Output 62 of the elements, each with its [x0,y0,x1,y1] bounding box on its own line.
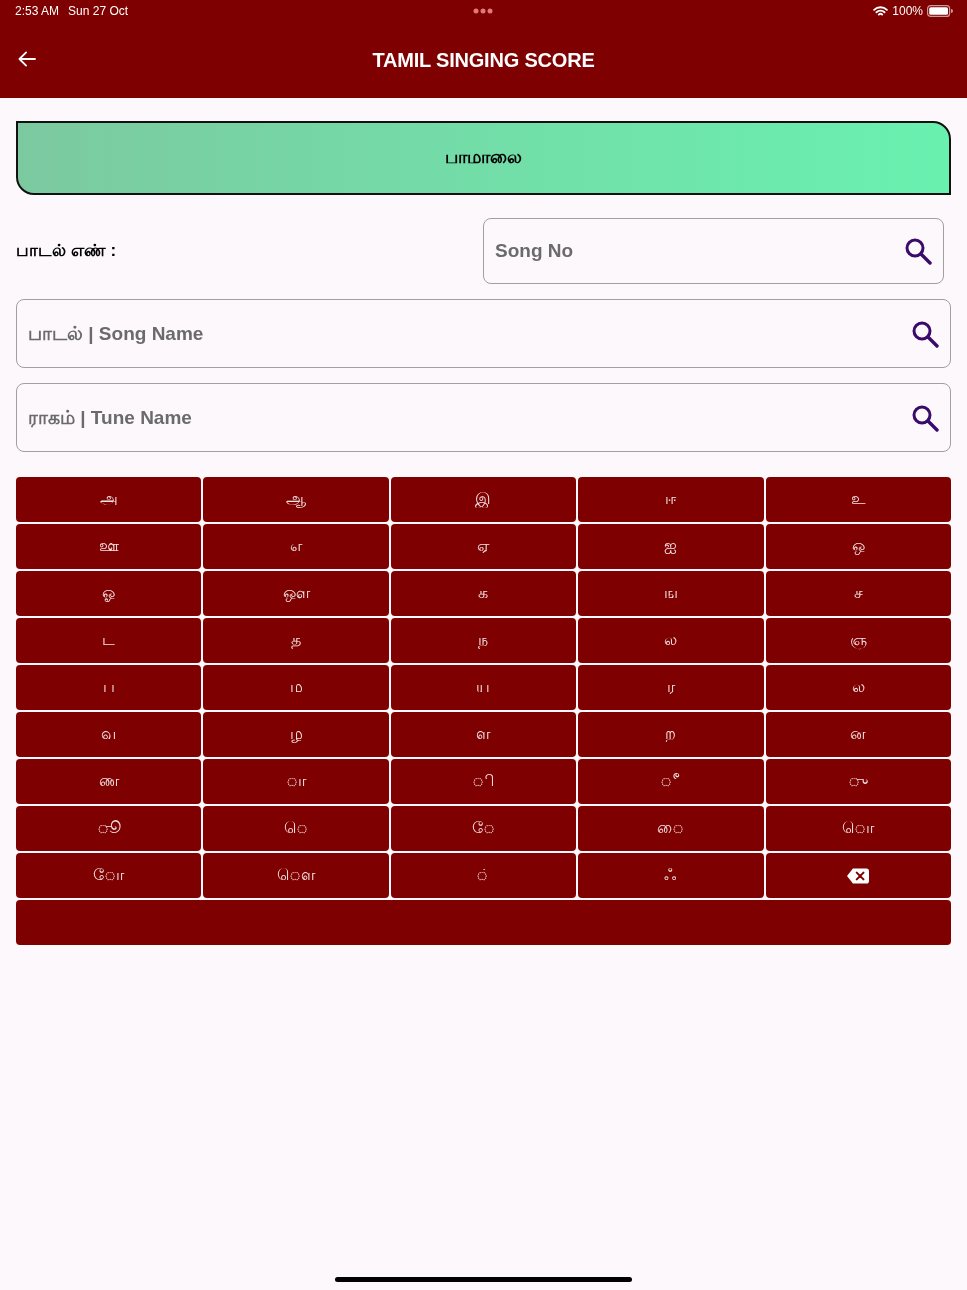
letter-key[interactable]: ப [16,665,202,710]
page-title: TAMIL SINGING SCORE [372,48,595,72]
letter-key[interactable]: ஐ [578,524,764,569]
search-icon[interactable] [904,237,932,265]
letter-key[interactable]: ல [578,618,764,663]
letter-key[interactable]: ூ [16,806,202,851]
letter-key[interactable]: வ [16,712,202,757]
letter-key[interactable]: ம [203,665,389,710]
letter-key[interactable]: ஆ [203,477,389,522]
backspace-icon [847,867,870,884]
letter-key[interactable]: ி [390,759,577,804]
letter-key[interactable]: ோ [16,853,202,898]
letter-key[interactable]: ் [390,853,577,898]
back-arrow-icon [18,51,36,67]
letter-key[interactable]: ஞ [765,618,951,663]
section-banner: பாமாலை [16,121,951,195]
letter-key[interactable]: ர [578,665,764,710]
search-icon[interactable] [911,319,939,348]
letter-key[interactable]: ெ [203,806,389,851]
letter-key[interactable]: ொ [765,806,951,851]
letter-key[interactable]: அ [16,477,202,522]
letter-key[interactable]: ௌ [203,853,389,898]
search-icon[interactable] [911,403,939,432]
letter-key[interactable]: ீ [578,759,764,804]
letter-key[interactable]: ை [578,806,764,851]
letter-key[interactable]: த [203,618,389,663]
letter-key[interactable]: ந [390,618,577,663]
letter-key[interactable]: ஏ [390,524,577,569]
battery-icon [927,5,953,17]
song-number-label: பாடல் எண் : [16,240,117,262]
letter-key[interactable]: ல [765,665,951,710]
letter-key[interactable]: ண [16,759,202,804]
letter-key[interactable]: ஒ [765,524,951,569]
letter-key[interactable]: ட [16,618,202,663]
search-field[interactable]: ராகம் | Tune Name [16,383,951,452]
wifi-icon [873,5,889,17]
letter-key[interactable]: ஈ [578,477,764,522]
letter-key[interactable]: ள [390,712,577,757]
letter-key[interactable]: ே [390,806,577,851]
letter-key[interactable]: ங [578,571,764,616]
letter-key[interactable]: க [390,571,577,616]
more-dots-icon [473,8,493,14]
letter-key[interactable]: இ [390,477,577,522]
letter-key[interactable]: ஊ [16,524,202,569]
letter-key[interactable]: ஃ [578,853,764,898]
backspace-key[interactable] [765,853,951,898]
letter-key[interactable]: ஓ [16,571,202,616]
letter-key[interactable]: எ [203,524,389,569]
letter-key[interactable]: ய [390,665,577,710]
status-date: Sun 27 Oct [68,4,129,18]
letter-key[interactable]: ு [765,759,951,804]
status-time: 2:53 AM [15,4,60,18]
letter-key[interactable]: ச [765,571,951,616]
battery-percent: 100% [892,4,923,18]
letter-key[interactable]: ற [578,712,764,757]
letter-key[interactable]: ஔ [203,571,389,616]
letter-key[interactable]: ன [765,712,951,757]
letter-key[interactable]: உ [765,477,951,522]
letter-key[interactable]: ழ [203,712,389,757]
search-field[interactable]: பாடல் | Song Name [16,299,951,368]
letter-key[interactable]: ா [203,759,389,804]
song-number-field[interactable]: Song No [483,218,944,284]
